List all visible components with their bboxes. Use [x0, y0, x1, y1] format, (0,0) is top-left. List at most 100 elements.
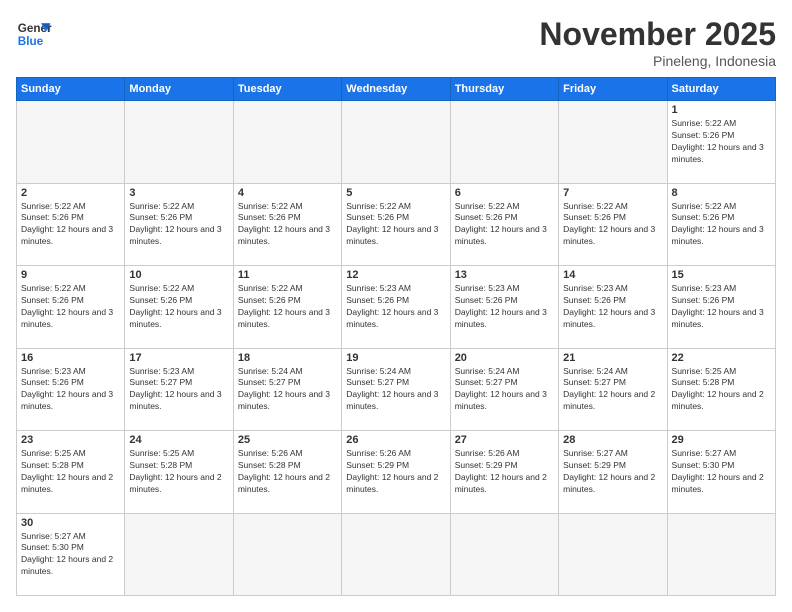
table-row — [125, 101, 233, 184]
logo: General Blue — [16, 16, 52, 52]
table-row — [233, 101, 341, 184]
day-info: Sunrise: 5:23 AMSunset: 5:26 PMDaylight:… — [563, 283, 662, 331]
day-info: Sunrise: 5:22 AMSunset: 5:26 PMDaylight:… — [455, 201, 554, 249]
page: General Blue November 2025 Pineleng, Ind… — [0, 0, 792, 612]
day-number: 3 — [129, 187, 228, 199]
header-thursday: Thursday — [450, 78, 558, 101]
day-number: 12 — [346, 269, 445, 281]
day-info: Sunrise: 5:22 AMSunset: 5:26 PMDaylight:… — [672, 201, 771, 249]
table-row: 2Sunrise: 5:22 AMSunset: 5:26 PMDaylight… — [17, 183, 125, 266]
table-row: 10Sunrise: 5:22 AMSunset: 5:26 PMDayligh… — [125, 266, 233, 349]
table-row: 19 Sunrise: 5:24 AMSunset: 5:27 PMDayligh… — [342, 348, 450, 431]
weekday-header-row: Sunday Monday Tuesday Wednesday Thursday… — [17, 78, 776, 101]
day-number: 19 — [346, 352, 445, 364]
day-info: Sunrise: 5:23 AMSunset: 5:27 PMDaylight:… — [129, 366, 228, 414]
day-info: Sunrise: 5:22 AMSunset: 5:26 PMDaylight:… — [672, 118, 771, 166]
day-number: 26 — [346, 434, 445, 446]
table-row: 29 Sunrise: 5:27 AMSunset: 5:30 PMDayligh… — [667, 431, 775, 514]
day-info: Sunrise: 5:26 AMSunset: 5:29 PMDaylight:… — [455, 448, 554, 496]
table-row — [17, 101, 125, 184]
calendar-week-row: 30Sunrise: 5:27 AMSunset: 5:30 PMDayligh… — [17, 513, 776, 596]
header-saturday: Saturday — [667, 78, 775, 101]
day-number: 23 — [21, 434, 120, 446]
table-row: 13 Sunrise: 5:23 AMSunset: 5:26 PMDayligh… — [450, 266, 558, 349]
day-info: Sunrise: 5:22 AMSunset: 5:26 PMDaylight:… — [129, 283, 228, 331]
calendar-week-row: 23 Sunrise: 5:25 AMSunset: 5:28 PMDayligh… — [17, 431, 776, 514]
day-number: 9 — [21, 269, 120, 281]
table-row: 11Sunrise: 5:22 AMSunset: 5:26 PMDayligh… — [233, 266, 341, 349]
table-row — [342, 101, 450, 184]
svg-text:Blue: Blue — [18, 35, 44, 48]
table-row: 16 Sunrise: 5:23 AMSunset: 5:26 PMDayligh… — [17, 348, 125, 431]
day-info: Sunrise: 5:23 AMSunset: 5:26 PMDaylight:… — [346, 283, 445, 331]
day-number: 8 — [672, 187, 771, 199]
day-info: Sunrise: 5:22 AMSunset: 5:26 PMDaylight:… — [238, 283, 337, 331]
table-row: 8 Sunrise: 5:22 AMSunset: 5:26 PMDaylight… — [667, 183, 775, 266]
day-info: Sunrise: 5:27 AMSunset: 5:29 PMDaylight:… — [563, 448, 662, 496]
day-info: Sunrise: 5:25 AMSunset: 5:28 PMDaylight:… — [129, 448, 228, 496]
day-number: 7 — [563, 187, 662, 199]
calendar-title: November 2025 — [539, 16, 776, 53]
calendar-week-row: 2Sunrise: 5:22 AMSunset: 5:26 PMDaylight… — [17, 183, 776, 266]
day-info: Sunrise: 5:25 AMSunset: 5:28 PMDaylight:… — [21, 448, 120, 496]
day-number: 20 — [455, 352, 554, 364]
day-number: 18 — [238, 352, 337, 364]
day-info: Sunrise: 5:22 AMSunset: 5:26 PMDaylight:… — [563, 201, 662, 249]
day-number: 13 — [455, 269, 554, 281]
day-number: 22 — [672, 352, 771, 364]
header-wednesday: Wednesday — [342, 78, 450, 101]
table-row: 3 Sunrise: 5:22 AMSunset: 5:26 PMDaylight… — [125, 183, 233, 266]
header-sunday: Sunday — [17, 78, 125, 101]
table-row: 9 Sunrise: 5:22 AMSunset: 5:26 PMDaylight… — [17, 266, 125, 349]
day-info: Sunrise: 5:24 AMSunset: 5:27 PMDaylight:… — [563, 366, 662, 414]
table-row: 26 Sunrise: 5:26 AMSunset: 5:29 PMDayligh… — [342, 431, 450, 514]
calendar-week-row: 9 Sunrise: 5:22 AMSunset: 5:26 PMDaylight… — [17, 266, 776, 349]
day-number: 28 — [563, 434, 662, 446]
day-info: Sunrise: 5:27 AMSunset: 5:30 PMDaylight:… — [21, 531, 120, 579]
table-row — [559, 513, 667, 596]
title-block: November 2025 Pineleng, Indonesia — [539, 16, 776, 69]
day-number: 1 — [672, 104, 771, 116]
day-info: Sunrise: 5:24 AMSunset: 5:27 PMDaylight:… — [455, 366, 554, 414]
day-number: 14 — [563, 269, 662, 281]
table-row: 28 Sunrise: 5:27 AMSunset: 5:29 PMDayligh… — [559, 431, 667, 514]
day-info: Sunrise: 5:22 AMSunset: 5:26 PMDaylight:… — [21, 283, 120, 331]
header: General Blue November 2025 Pineleng, Ind… — [16, 16, 776, 69]
day-info: Sunrise: 5:23 AMSunset: 5:26 PMDaylight:… — [21, 366, 120, 414]
table-row: 14 Sunrise: 5:23 AMSunset: 5:26 PMDayligh… — [559, 266, 667, 349]
day-info: Sunrise: 5:26 AMSunset: 5:29 PMDaylight:… — [346, 448, 445, 496]
day-number: 27 — [455, 434, 554, 446]
day-number: 5 — [346, 187, 445, 199]
table-row: 6 Sunrise: 5:22 AMSunset: 5:26 PMDaylight… — [450, 183, 558, 266]
table-row: 30Sunrise: 5:27 AMSunset: 5:30 PMDayligh… — [17, 513, 125, 596]
day-number: 15 — [672, 269, 771, 281]
table-row — [450, 513, 558, 596]
header-monday: Monday — [125, 78, 233, 101]
table-row — [667, 513, 775, 596]
table-row: 5Sunrise: 5:22 AMSunset: 5:26 PMDaylight… — [342, 183, 450, 266]
table-row — [233, 513, 341, 596]
day-info: Sunrise: 5:23 AMSunset: 5:26 PMDaylight:… — [672, 283, 771, 331]
day-number: 4 — [238, 187, 337, 199]
day-info: Sunrise: 5:22 AMSunset: 5:26 PMDaylight:… — [238, 201, 337, 249]
table-row — [450, 101, 558, 184]
table-row: 27 Sunrise: 5:26 AMSunset: 5:29 PMDayligh… — [450, 431, 558, 514]
table-row: 24Sunrise: 5:25 AMSunset: 5:28 PMDayligh… — [125, 431, 233, 514]
day-info: Sunrise: 5:24 AMSunset: 5:27 PMDaylight:… — [346, 366, 445, 414]
table-row — [559, 101, 667, 184]
day-info: Sunrise: 5:27 AMSunset: 5:30 PMDaylight:… — [672, 448, 771, 496]
day-number: 16 — [21, 352, 120, 364]
table-row: 21 Sunrise: 5:24 AMSunset: 5:27 PMDayligh… — [559, 348, 667, 431]
day-number: 21 — [563, 352, 662, 364]
day-info: Sunrise: 5:24 AMSunset: 5:27 PMDaylight:… — [238, 366, 337, 414]
day-info: Sunrise: 5:22 AMSunset: 5:26 PMDaylight:… — [129, 201, 228, 249]
calendar-week-row: 16 Sunrise: 5:23 AMSunset: 5:26 PMDayligh… — [17, 348, 776, 431]
table-row: 4 Sunrise: 5:22 AMSunset: 5:26 PMDaylight… — [233, 183, 341, 266]
day-info: Sunrise: 5:22 AMSunset: 5:26 PMDaylight:… — [21, 201, 120, 249]
logo-icon: General Blue — [16, 16, 52, 52]
day-info: Sunrise: 5:25 AMSunset: 5:28 PMDaylight:… — [672, 366, 771, 414]
day-number: 6 — [455, 187, 554, 199]
table-row: 1 Sunrise: 5:22 AMSunset: 5:26 PMDaylight… — [667, 101, 775, 184]
day-info: Sunrise: 5:23 AMSunset: 5:26 PMDaylight:… — [455, 283, 554, 331]
day-number: 29 — [672, 434, 771, 446]
